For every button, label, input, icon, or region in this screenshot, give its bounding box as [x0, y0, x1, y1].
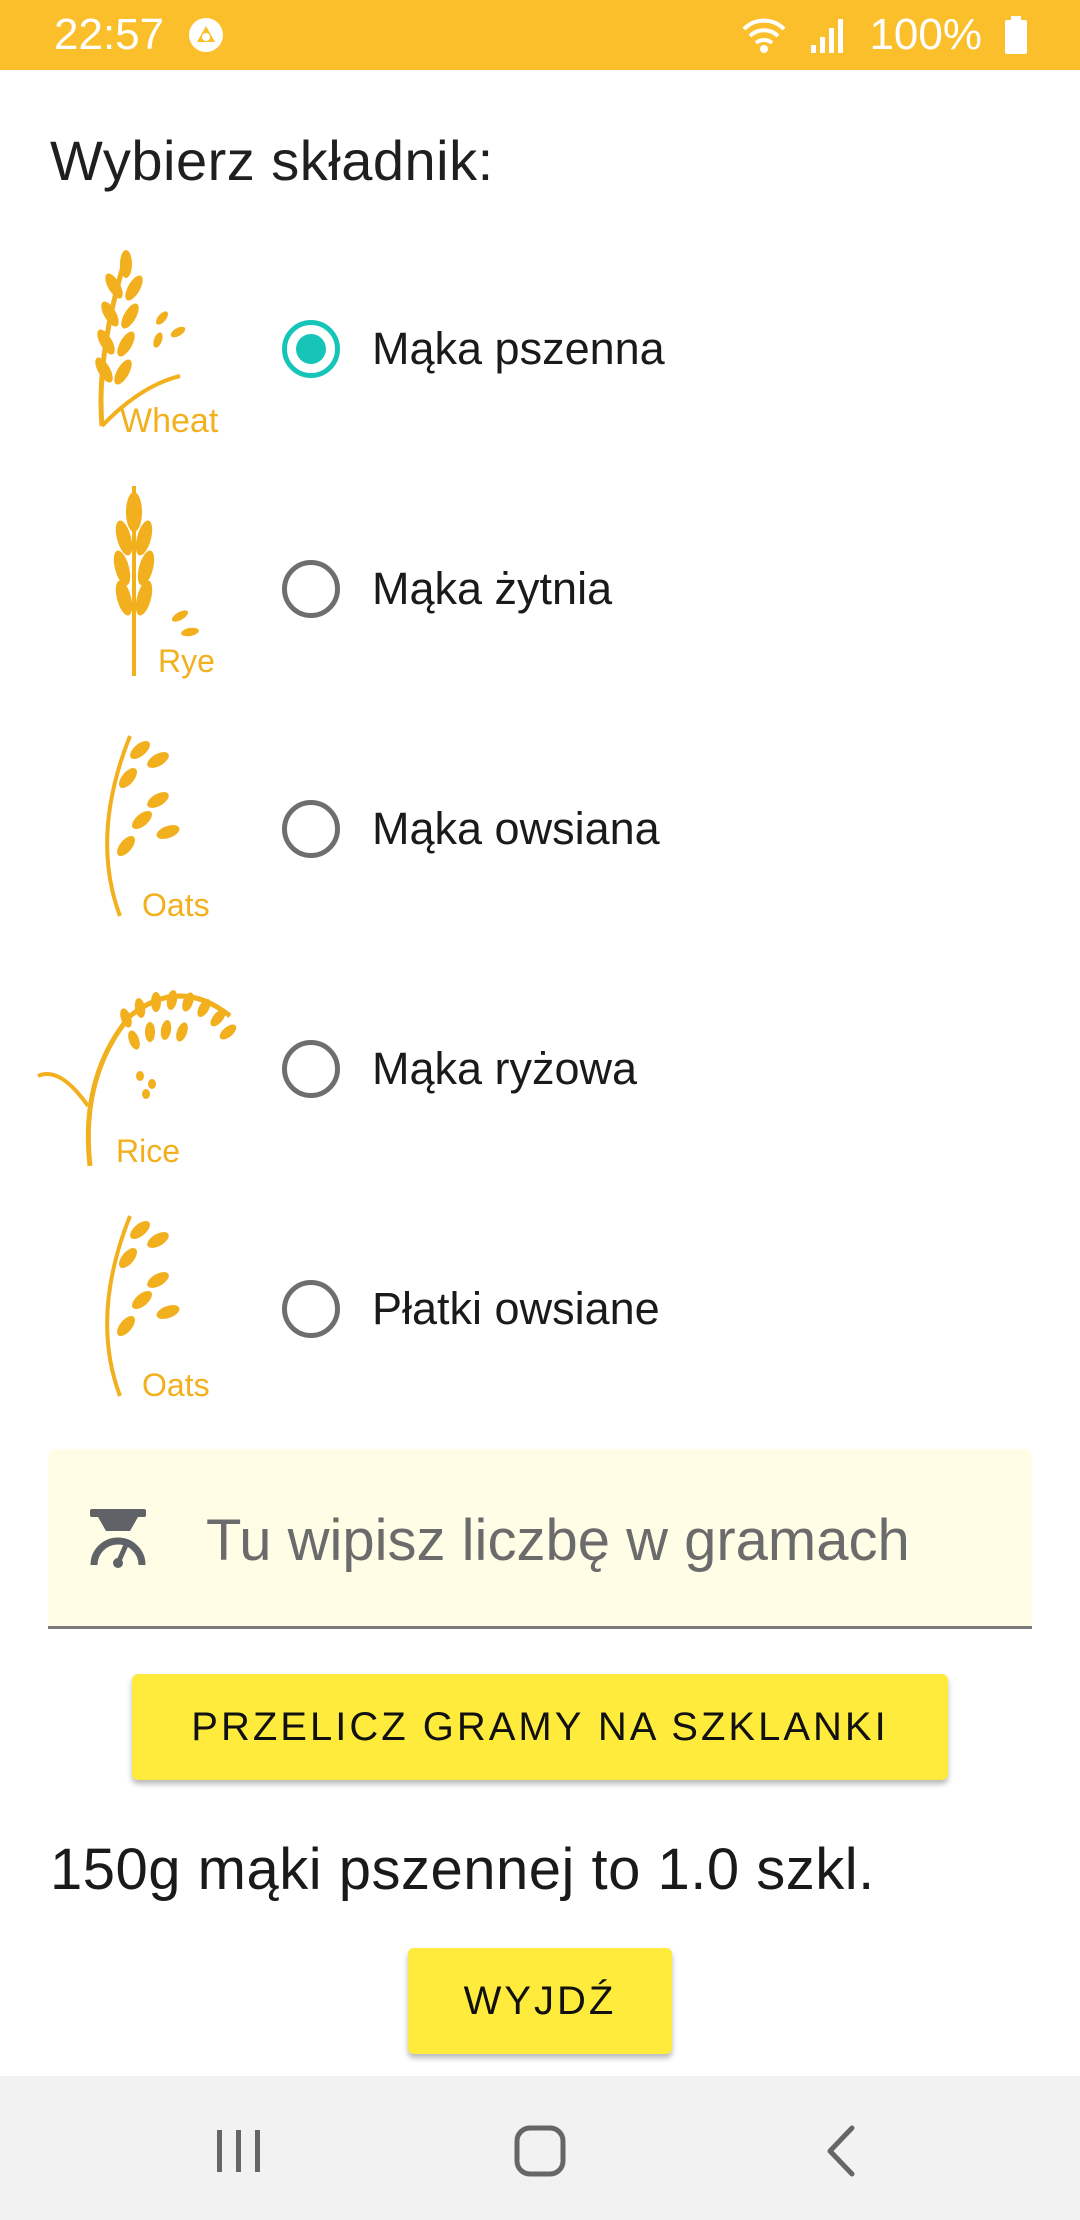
status-bar: 22:57 100%: [0, 0, 1080, 70]
grams-input[interactable]: [204, 1489, 1008, 1591]
oats-icon: Oats: [30, 1196, 240, 1416]
navigation-bar: [0, 2076, 1080, 2220]
scale-icon: [90, 1509, 146, 1568]
ingredient-option-rice-flour[interactable]: Rice Mąka ryżowa: [0, 946, 1080, 1186]
signal-icon: [809, 15, 847, 55]
grams-input-container[interactable]: [48, 1449, 1032, 1629]
radio-wheat-flour[interactable]: [282, 320, 340, 378]
recent-apps-icon[interactable]: [204, 2116, 274, 2186]
oats-icon: Oats: [30, 716, 240, 936]
page-title: Wybierz składnik:: [50, 129, 494, 192]
radio-oat-flakes[interactable]: [282, 1280, 340, 1338]
radio-oat-flour[interactable]: [282, 800, 340, 858]
radio-rye-flour[interactable]: [282, 560, 340, 618]
exit-button[interactable]: WYJDŹ: [408, 1948, 672, 2054]
option-label-wheat-flour[interactable]: Mąka pszenna: [372, 323, 665, 375]
rye-image-text: Rye: [158, 643, 215, 679]
ingredient-option-oat-flour[interactable]: Oats Mąka owsiana: [0, 706, 1080, 946]
radio-rice-flour[interactable]: [282, 1040, 340, 1098]
status-left: 22:57: [54, 10, 226, 60]
convert-button[interactable]: PRZELICZ GRAMY NA SZKLANKI: [132, 1674, 948, 1780]
status-time: 22:57: [54, 10, 165, 59]
ingredient-option-oat-flakes[interactable]: Oats Płatki owsiane: [0, 1186, 1080, 1426]
option-label-rice-flour[interactable]: Mąka ryżowa: [372, 1043, 637, 1095]
oats-image-text: Oats: [142, 887, 210, 923]
option-label-oat-flour[interactable]: Mąka owsiana: [372, 803, 660, 855]
notification-icon: [186, 15, 226, 55]
rice-image-text: Rice: [116, 1133, 180, 1169]
option-label-oat-flakes[interactable]: Płatki owsiane: [372, 1283, 660, 1335]
wheat-image-text: Wheat: [120, 402, 219, 440]
rice-icon: Rice: [30, 956, 240, 1176]
option-label-rye-flour[interactable]: Mąka żytnia: [372, 563, 612, 615]
wifi-icon: [741, 15, 787, 55]
status-right: 100%: [741, 10, 1028, 60]
wheat-icon: Wheat: [30, 236, 240, 456]
back-icon[interactable]: [808, 2116, 878, 2186]
ingredient-option-wheat-flour[interactable]: Wheat Mąka pszenna: [0, 226, 1080, 466]
battery-icon: [1004, 15, 1028, 55]
battery-percent: 100%: [869, 10, 982, 59]
result-text: 150g mąki pszennej to 1.0 szkl.: [50, 1837, 875, 1902]
oats-image-text: Oats: [142, 1367, 210, 1403]
home-icon[interactable]: [505, 2116, 575, 2186]
rye-icon: Rye: [30, 476, 240, 696]
ingredient-option-rye-flour[interactable]: Rye Mąka żytnia: [0, 466, 1080, 706]
